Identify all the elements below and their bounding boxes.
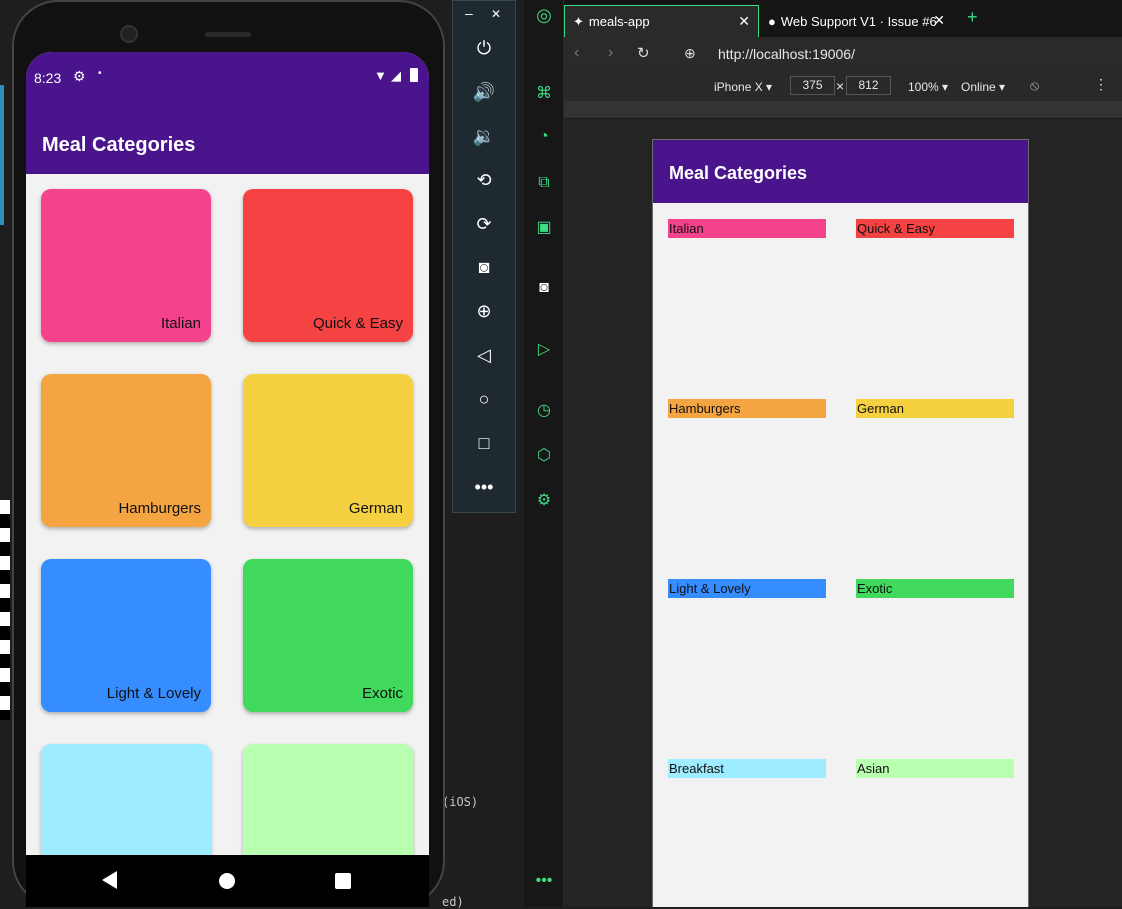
front-camera (120, 25, 138, 43)
web-category-item[interactable]: Asian (856, 759, 1014, 778)
editor-gutter-marker (0, 85, 4, 225)
back-icon[interactable] (102, 871, 117, 889)
expo-favicon-icon: ✦ (573, 13, 584, 29)
page-title: Meal Categories (42, 134, 196, 156)
more-options-icon[interactable]: ⋮ (1094, 76, 1108, 93)
reload-icon[interactable]: ↻ (637, 44, 650, 62)
media-query-ruler (564, 101, 1122, 119)
category-label: Italian (160, 315, 201, 332)
tab-web-support[interactable]: ● Web Support V1 · Issue #6 ✕ (760, 5, 955, 37)
device-toolbar: iPhone X ▾ 375 × 812 100% ▾ Online ▾ ⦸ ⋮ (564, 71, 1122, 101)
minimize-button[interactable]: – (465, 5, 473, 21)
home-icon[interactable]: ○ (453, 379, 515, 419)
tab-title: meals-app (588, 14, 650, 29)
code-snippet: (iOS) (442, 795, 479, 809)
power-icon[interactable]: ⏻ (453, 28, 515, 68)
settings-icon: ⚙ (73, 68, 86, 84)
zoom-icon[interactable]: ⊕ (453, 291, 515, 331)
cube-icon[interactable]: ⬡ (524, 440, 564, 470)
home-icon[interactable] (219, 873, 235, 889)
discord-icon[interactable]: ◙ (524, 273, 564, 303)
volume-down-icon[interactable]: 🔉 (453, 116, 515, 156)
tab-strip: ✦ meals-app ✕ ● Web Support V1 · Issue #… (564, 0, 1122, 37)
category-tile[interactable]: Exotic (243, 559, 413, 712)
github-icon: ● (768, 13, 776, 29)
emulator-toolbar: – ✕ ⏻ 🔊 🔉 ⟲ ⟳ ◙ ⊕ ◁ ○ □ ••• (452, 0, 516, 513)
status-bar: 8:23 ⚙ • ▼ ◢ (26, 52, 429, 97)
history-icon[interactable]: ◷ (524, 395, 564, 425)
times-sign: × (836, 78, 845, 94)
rotate-right-icon[interactable]: ⟳ (453, 204, 515, 244)
close-icon[interactable]: ✕ (933, 12, 945, 29)
web-category-item[interactable]: Exotic (856, 579, 1014, 598)
tab-title: Web Support V1 · Issue #6 (780, 13, 937, 29)
wifi-icon: ▼ (374, 68, 387, 83)
browser-sidebar: ◎ ⌘ ◔ ⧉ ▣ ◙ ▷ ◷ ⬡ ⚙ ••• (524, 0, 564, 907)
height-input[interactable]: 812 (846, 76, 891, 95)
twitch-icon[interactable]: ▣ (524, 212, 564, 242)
category-label: Hamburgers (118, 500, 201, 517)
web-app-preview: Meal Categories Italian Quick & Easy Ham… (652, 139, 1029, 907)
category-label: Light & Lovely (106, 685, 201, 702)
phone-screen: 8:23 ⚙ • ▼ ◢ Meal Categories Italian Qui… (26, 52, 429, 907)
speaker-grille (205, 32, 251, 37)
player-icon[interactable]: ▷ (524, 334, 564, 364)
globe-icon: ⊕ (684, 45, 696, 61)
web-category-item[interactable]: German (856, 399, 1014, 418)
zoom-select[interactable]: 100% ▾ (908, 80, 948, 94)
overview-icon[interactable]: □ (453, 423, 515, 463)
back-icon[interactable]: ◁ (453, 335, 515, 375)
web-category-item[interactable]: Italian (668, 219, 826, 238)
web-category-item[interactable]: Quick & Easy (856, 219, 1014, 238)
tab-meals-app[interactable]: ✦ meals-app ✕ (564, 5, 759, 37)
category-tile[interactable]: German (243, 374, 413, 527)
web-category-item[interactable]: Breakfast (668, 759, 826, 778)
rotate-left-icon[interactable]: ⟲ (453, 160, 515, 200)
gamepad-icon[interactable]: ⌘ (524, 78, 564, 108)
signal-icon: ◢ (391, 68, 401, 83)
volume-up-icon[interactable]: 🔊 (453, 72, 515, 112)
category-label: Quick & Easy (312, 315, 403, 332)
address-bar: ‹ › ↻ ⊕ http://localhost:19006/ (564, 37, 1122, 71)
device-select[interactable]: iPhone X ▾ (714, 80, 772, 94)
new-tab-button[interactable]: + (967, 7, 978, 28)
width-input[interactable]: 375 (790, 76, 835, 95)
notification-dot-icon: • (98, 68, 102, 79)
camera-icon[interactable]: ◙ (453, 247, 515, 287)
extensions-icon[interactable]: ⧉ (524, 168, 564, 198)
more-icon[interactable]: ••• (453, 467, 515, 507)
battery-icon (410, 68, 418, 82)
web-page-title: Meal Categories (669, 163, 808, 183)
category-tile[interactable]: Hamburgers (41, 374, 211, 527)
category-tile[interactable]: Italian (41, 189, 211, 342)
more-icon[interactable]: ••• (524, 866, 564, 896)
category-tile[interactable]: Quick & Easy (243, 189, 413, 342)
web-category-item[interactable]: Light & Lovely (668, 579, 826, 598)
editor-gutter-marks (0, 500, 10, 720)
web-category-item[interactable]: Hamburgers (668, 399, 826, 418)
overview-icon[interactable] (335, 873, 351, 889)
back-button[interactable]: ‹ (574, 44, 579, 62)
speedometer-icon[interactable]: ◔ (524, 122, 564, 152)
opera-logo-icon[interactable]: ◎ (524, 0, 564, 30)
settings-icon[interactable]: ⚙ (524, 485, 564, 515)
rotate-icon[interactable]: ⦸ (1030, 77, 1039, 94)
close-button[interactable]: ✕ (491, 7, 501, 21)
category-tile[interactable]: Light & Lovely (41, 559, 211, 712)
status-time: 8:23 (34, 70, 62, 86)
close-icon[interactable]: ✕ (738, 13, 750, 30)
category-label: German (348, 500, 403, 517)
network-select[interactable]: Online ▾ (961, 80, 1005, 94)
forward-button[interactable]: › (608, 44, 613, 62)
android-nav-bar (26, 855, 429, 907)
category-label: Exotic (362, 685, 403, 702)
url-input[interactable]: http://localhost:19006/ (718, 46, 855, 62)
